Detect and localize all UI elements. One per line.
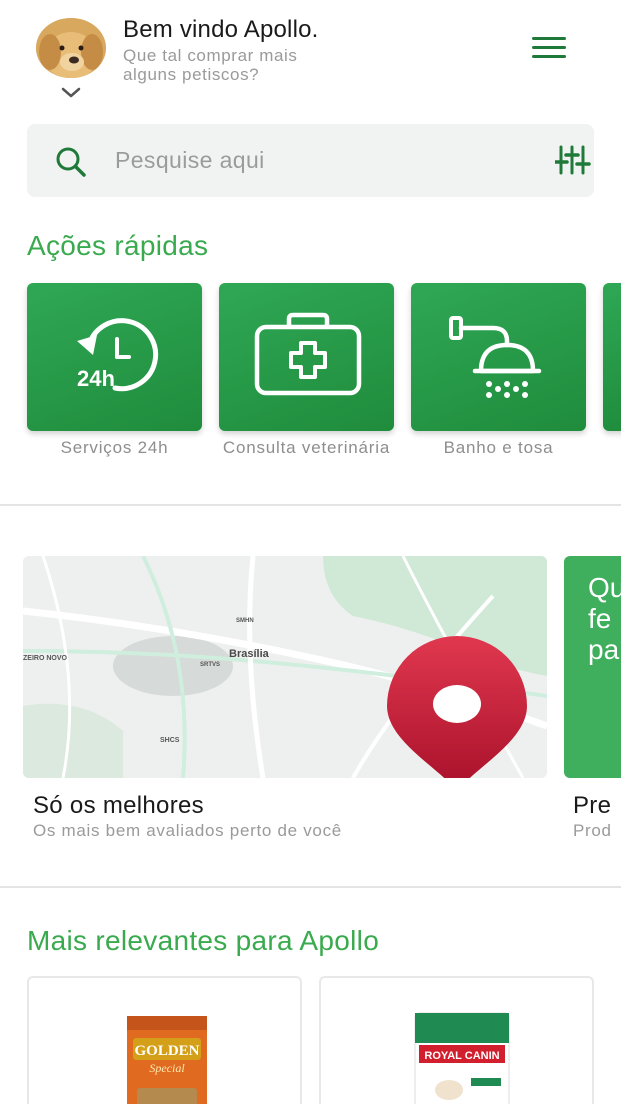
first-aid-kit-icon [254, 312, 362, 396]
section-divider [0, 504, 621, 506]
quick-action-label: Banho e tosa [443, 438, 554, 457]
product-brand: GOLDEN [134, 1043, 199, 1059]
quick-action-vet-consult[interactable] [219, 283, 394, 431]
search-icon[interactable] [55, 146, 87, 178]
clock-24h-icon: 24h [77, 318, 159, 392]
section-divider [0, 886, 621, 888]
app-header: Bem vindo Apollo. Que tal comprar mais a… [0, 0, 621, 112]
promo-partial-text: Qu fe pa [588, 572, 621, 665]
greeting-title: Bem vindo Apollo. [123, 16, 319, 43]
map-label-srtvs: SRTVS [200, 662, 220, 668]
quick-action-24h-services[interactable]: 24h [27, 283, 202, 431]
map-illustration: Brasília ZEIRO NOVO SHCS SMHN SRTVS [23, 556, 547, 778]
search-bar [27, 124, 594, 197]
second-promo-banner[interactable]: Qu fe pa [564, 556, 621, 778]
best-rated-banner[interactable]: Brasília ZEIRO NOVO SHCS SMHN SRTVS [23, 556, 547, 778]
quick-action-bath-grooming[interactable] [411, 283, 586, 431]
product-card[interactable]: GOLDEN Special [27, 976, 302, 1104]
royal-canin-dog-food-bag: ROYAL CANIN [414, 1012, 510, 1104]
user-avatar[interactable] [36, 18, 106, 78]
svg-text:24h: 24h [77, 366, 115, 391]
chevron-down-icon[interactable] [58, 84, 84, 100]
product-card[interactable]: ROYAL CANIN [319, 976, 594, 1104]
map-label-district: ZEIRO NOVO [23, 655, 68, 662]
relevant-section-title: Mais relevantes para Apollo [27, 925, 380, 956]
map-label-shcs: SHCS [160, 737, 180, 744]
search-input[interactable] [115, 142, 515, 178]
quick-action-label: Consulta veterinária [222, 438, 391, 457]
filter-sliders-icon[interactable] [555, 144, 595, 176]
quick-action-partial[interactable] [603, 283, 621, 431]
dog-avatar-icon [36, 18, 106, 78]
banner-title: Só os melhores [33, 792, 204, 819]
greeting-subtitle: Que tal comprar mais alguns petiscos? [123, 46, 298, 84]
banner-title-partial: Pre [573, 792, 612, 819]
golden-dog-food-bag: GOLDEN Special [127, 1016, 207, 1104]
hamburger-menu-icon[interactable] [530, 34, 570, 62]
product-subbrand: Special [149, 1061, 185, 1075]
product-brand: ROYAL CANIN [424, 1050, 499, 1062]
banner-subtitle-partial: Prod [573, 821, 612, 840]
map-label-smhn: SMHN [236, 618, 254, 624]
map-label-city: Brasília [229, 648, 270, 660]
banner-subtitle: Os mais bem avaliados perto de você [33, 821, 342, 840]
quick-actions-title: Ações rápidas [27, 230, 209, 261]
shower-icon [449, 316, 542, 398]
quick-action-label: Serviços 24h [60, 438, 169, 457]
